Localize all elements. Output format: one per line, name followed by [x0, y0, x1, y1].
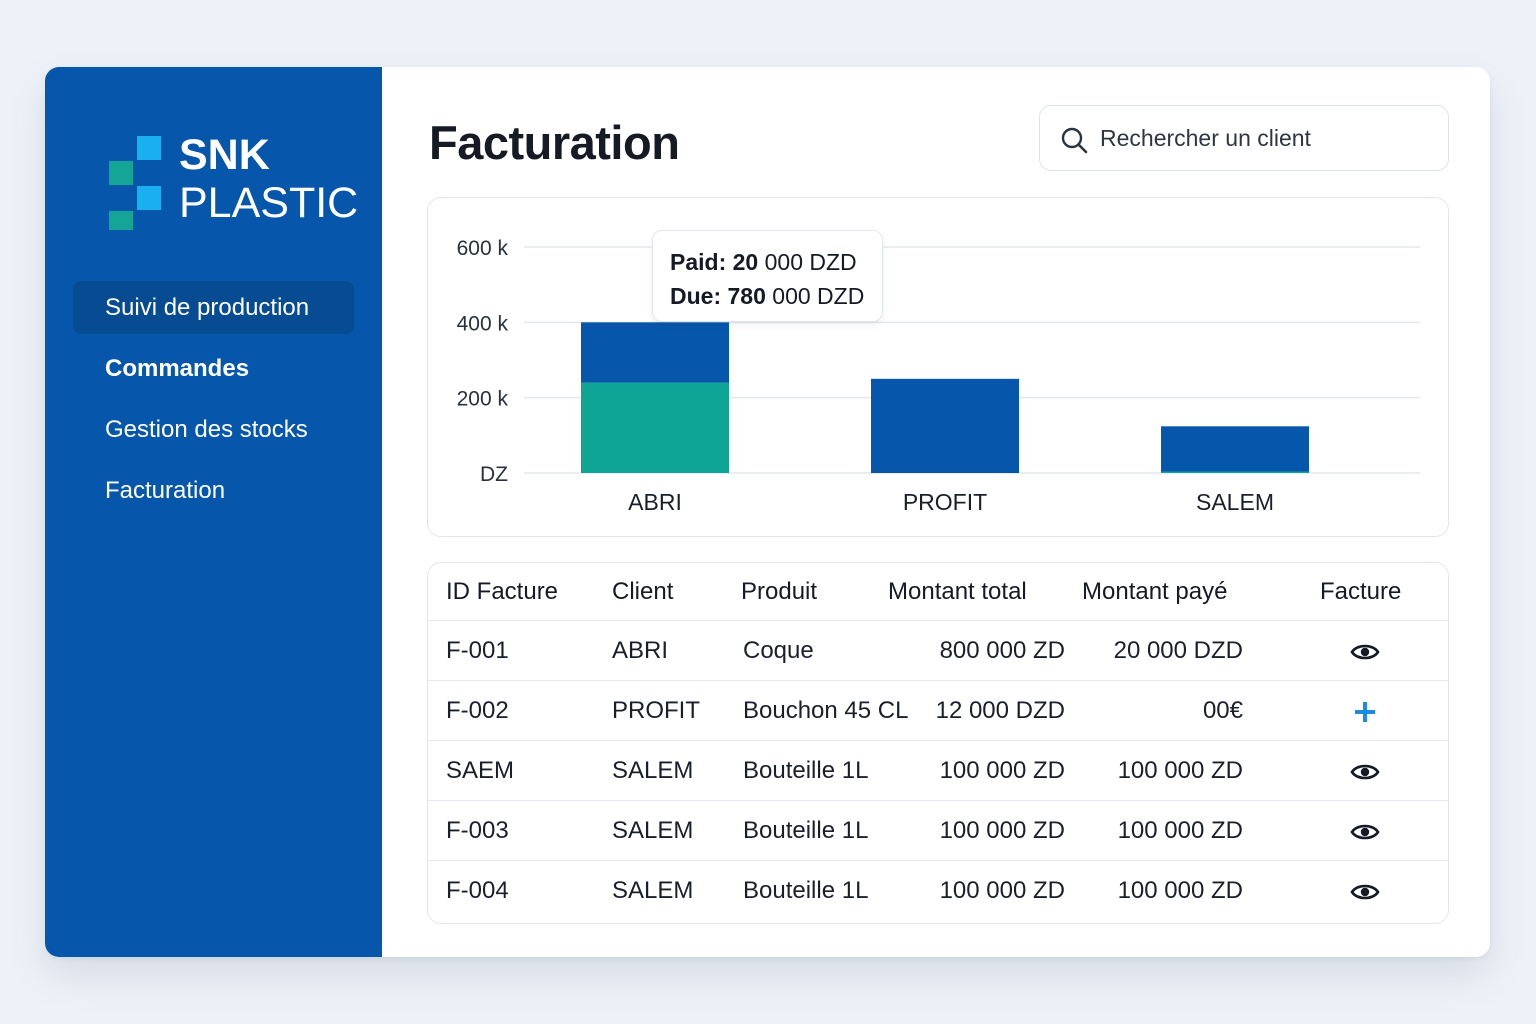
tooltip-due-line: Due: 780 000 DZD [670, 279, 882, 313]
brand-logo: SNK PLASTIC [109, 131, 369, 241]
cell-produit: Bouteille 1L [743, 877, 869, 904]
eye-icon[interactable] [1350, 761, 1380, 783]
cell-produit: Bouteille 1L [743, 757, 869, 784]
sidebar: SNK PLASTIC Suivi de production Commande… [45, 67, 382, 957]
cell-client: PROFIT [612, 697, 700, 724]
stacked-bar-chart: DZ 200 k 400 k 600 k ABRI PROFIT SALEM [457, 237, 1420, 515]
search-icon [1061, 127, 1088, 154]
col-header-montant-paye[interactable]: Montant payé [1082, 563, 1227, 621]
tooltip-due-unit: 000 DZD [772, 283, 865, 309]
search-input[interactable] [1100, 116, 1430, 160]
cell-client: SALEM [612, 817, 694, 844]
bar-segment-abri-0[interactable] [581, 382, 729, 473]
cell-client: SALEM [612, 877, 694, 904]
col-header-id[interactable]: ID Facture [446, 563, 558, 621]
cell-montant-paye: 100 000 ZD [1117, 757, 1243, 784]
cell-montant-paye: 100 000 ZD [1117, 817, 1243, 844]
sidebar-item-facturation[interactable]: Facturation [73, 464, 354, 517]
x-tick-label: SALEM [1196, 489, 1274, 515]
chart-tooltip: Paid: 20 000 DZD Due: 780 000 DZD [652, 230, 883, 322]
bar-segment-salem-1[interactable] [1161, 426, 1309, 472]
col-header-client[interactable]: Client [612, 563, 673, 621]
table-row: F-003 SALEM Bouteille 1L 100 000 ZD 100 000 … [428, 801, 1448, 861]
sidebar-item-gestion-stocks-label: Gestion des stocks [105, 416, 308, 443]
tooltip-paid-value: 20 [732, 249, 759, 275]
brand-name-line1: SNK [179, 131, 270, 179]
cell-montant-paye: 100 000 ZD [1117, 877, 1243, 904]
cell-id: F-004 [446, 877, 509, 904]
sidebar-item-commandes[interactable]: Commandes [73, 342, 354, 395]
sidebar-nav: Suivi de production Commandes Gestion de… [73, 281, 354, 525]
eye-icon[interactable] [1350, 641, 1380, 663]
invoice-table: ID Facture Client Produit Montant total … [427, 562, 1449, 924]
sidebar-item-gestion-stocks[interactable]: Gestion des stocks [73, 403, 354, 456]
bar-segment-profit-1[interactable] [871, 378, 1019, 473]
tooltip-due-label: Due: [670, 283, 722, 309]
cell-montant-total: 12 000 DZD [935, 697, 1065, 724]
table-row: F-001 ABRI Coque 800 000 ZD 20 000 DZD [428, 621, 1448, 681]
eye-icon[interactable] [1350, 821, 1380, 843]
cell-client: ABRI [612, 637, 669, 664]
cell-facture-action [1315, 741, 1415, 801]
table-header-row: ID Facture Client Produit Montant total … [428, 563, 1448, 621]
cell-montant-paye: 20 000 DZD [1113, 637, 1243, 664]
main-content: Facturation DZ 200 k 400 k 600 k ABRI PROFIT S… [382, 67, 1490, 957]
cell-produit: Bouteille 1L [743, 817, 869, 844]
table-row: F-004 SALEM Bouteille 1L 100 000 ZD 100 000 … [428, 861, 1448, 921]
cell-id: SAEM [446, 757, 515, 784]
bar-segment-salem-0[interactable] [1161, 471, 1309, 473]
cell-montant-total: 100 000 ZD [939, 817, 1065, 844]
cell-montant-total: 100 000 ZD [939, 877, 1065, 904]
x-tick-label: PROFIT [903, 489, 987, 515]
chart-card: DZ 200 k 400 k 600 k ABRI PROFIT SALEM Paid: 2… [427, 197, 1449, 537]
cell-facture-action [1315, 801, 1415, 861]
cell-id: F-002 [446, 697, 509, 724]
cell-produit: Coque [743, 637, 814, 664]
cell-facture-action [1315, 861, 1415, 921]
search-box[interactable] [1039, 105, 1449, 171]
table-row: F-002 PROFIT Bouchon 45 CL 12 000 DZD 00€ [428, 681, 1448, 741]
tooltip-paid-unit: 000 DZD [764, 249, 857, 275]
tooltip-paid-label: Paid: [670, 249, 727, 275]
y-tick-label: DZ [480, 463, 508, 486]
x-tick-label: ABRI [628, 489, 682, 515]
cell-montant-total: 100 000 ZD [939, 757, 1065, 784]
col-header-montant-total[interactable]: Montant total [888, 563, 1027, 621]
cell-client: SALEM [612, 757, 694, 784]
tooltip-due-value: 780 [727, 283, 766, 309]
table-row: SAEM SALEM Bouteille 1L 100 000 ZD 100 000 Z… [428, 741, 1448, 801]
tooltip-paid-line: Paid: 20 000 DZD [670, 245, 882, 279]
cell-facture-action [1315, 681, 1415, 741]
y-tick-label: 600 k [457, 237, 509, 260]
brand-name-line2: PLASTIC [179, 179, 359, 227]
y-tick-label: 200 k [457, 388, 509, 411]
eye-icon[interactable] [1350, 881, 1380, 903]
cell-montant-total: 800 000 ZD [939, 637, 1065, 664]
col-header-facture[interactable]: Facture [1320, 563, 1401, 621]
app-window: SNK PLASTIC Suivi de production Commande… [45, 67, 1490, 957]
brand-name: SNK PLASTIC [179, 131, 358, 227]
cell-facture-action [1315, 621, 1415, 681]
col-header-produit[interactable]: Produit [741, 563, 817, 621]
y-tick-label: 400 k [457, 312, 509, 335]
cell-id: F-001 [446, 637, 509, 664]
cell-id: F-003 [446, 817, 509, 844]
bar-segment-abri-1[interactable] [581, 322, 729, 383]
plus-icon[interactable] [1354, 701, 1376, 723]
page-title: Facturation [429, 116, 680, 169]
sidebar-item-suivi-production[interactable]: Suivi de production [73, 281, 354, 334]
cell-produit: Bouchon 45 CL [743, 697, 909, 724]
cell-montant-paye: 00€ [1202, 697, 1243, 724]
logo-mark-icon [109, 136, 161, 230]
